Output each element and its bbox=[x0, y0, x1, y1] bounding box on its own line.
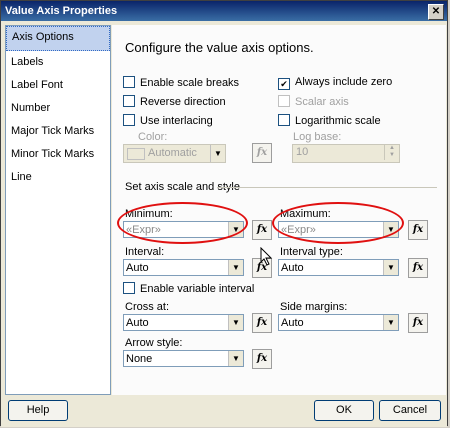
interval-type-label: Interval type: bbox=[280, 246, 343, 258]
window-title: Value Axis Properties bbox=[5, 5, 118, 17]
sidebar-item-minor-tick-marks[interactable]: Minor Tick Marks bbox=[6, 143, 110, 166]
dialog-window: Value Axis Properties ✕ Axis Options Lab… bbox=[0, 0, 448, 427]
sidebar-item-labels[interactable]: Labels bbox=[6, 51, 110, 74]
log-base-stepper: 10 ▲ ▼ bbox=[292, 144, 400, 163]
logarithmic-scale-checkbox[interactable]: Logarithmic scale bbox=[278, 114, 381, 127]
enable-scale-breaks-label: Enable scale breaks bbox=[140, 77, 240, 89]
chevron-down-icon[interactable]: ▼ bbox=[228, 260, 243, 275]
check-icon[interactable]: ✔ bbox=[278, 78, 290, 90]
color-select: Automatic ▼ bbox=[123, 144, 226, 163]
scalar-axis-label: Scalar axis bbox=[295, 96, 349, 108]
arrow-style-expression-button[interactable]: fx bbox=[252, 349, 272, 369]
highlight-oval-minimum bbox=[117, 202, 248, 244]
mouse-cursor-icon bbox=[260, 247, 273, 266]
side-margins-value: Auto bbox=[281, 317, 304, 329]
dialog-footer: Help OK Cancel bbox=[1, 395, 447, 427]
checkbox-box[interactable] bbox=[123, 95, 135, 107]
logarithmic-scale-label: Logarithmic scale bbox=[295, 115, 381, 127]
sidebar-item-label-font[interactable]: Label Font bbox=[6, 74, 110, 97]
chevron-down-icon[interactable]: ▼ bbox=[228, 315, 243, 330]
checkbox-box bbox=[278, 95, 290, 107]
interval-type-expression-button[interactable]: fx bbox=[408, 258, 428, 278]
color-expression-button: fx bbox=[252, 143, 272, 163]
enable-scale-breaks-checkbox[interactable]: Enable scale breaks bbox=[123, 76, 239, 89]
interval-type-value: Auto bbox=[281, 262, 304, 274]
arrow-style-value: None bbox=[126, 353, 153, 365]
content-panel: Configure the value axis options. Enable… bbox=[112, 25, 446, 395]
sidebar-item-number[interactable]: Number bbox=[6, 97, 110, 120]
highlight-oval-maximum bbox=[272, 202, 404, 244]
color-label: Color: bbox=[138, 131, 168, 143]
log-base-label: Log base: bbox=[293, 131, 342, 143]
color-value: Automatic bbox=[148, 147, 197, 159]
reverse-direction-checkbox[interactable]: Reverse direction bbox=[123, 95, 226, 108]
cross-at-label: Cross at: bbox=[125, 301, 170, 313]
ok-button[interactable]: OK bbox=[314, 400, 374, 421]
chevron-down-icon[interactable]: ▼ bbox=[383, 315, 398, 330]
sidebar: Axis Options Labels Label Font Number Ma… bbox=[5, 25, 111, 395]
sidebar-item-axis-options[interactable]: Axis Options bbox=[6, 26, 110, 51]
scalar-axis-checkbox: Scalar axis bbox=[278, 95, 349, 108]
cross-at-value: Auto bbox=[126, 317, 149, 329]
checkbox-box[interactable] bbox=[278, 114, 290, 126]
checkbox-box[interactable] bbox=[123, 76, 135, 88]
sidebar-item-major-tick-marks[interactable]: Major Tick Marks bbox=[6, 120, 110, 143]
interval-value: Auto bbox=[126, 262, 149, 274]
color-swatch bbox=[127, 148, 145, 160]
close-icon[interactable]: ✕ bbox=[428, 4, 444, 20]
side-margins-select[interactable]: Auto ▼ bbox=[278, 314, 399, 331]
use-interlacing-checkbox[interactable]: Use interlacing bbox=[123, 114, 213, 127]
reverse-direction-label: Reverse direction bbox=[140, 96, 226, 108]
interval-select[interactable]: Auto ▼ bbox=[123, 259, 244, 276]
side-margins-label: Side margins: bbox=[280, 301, 348, 313]
enable-variable-interval-checkbox[interactable]: Enable variable interval bbox=[123, 282, 254, 295]
checkbox-box[interactable] bbox=[123, 282, 135, 294]
side-margins-expression-button[interactable]: fx bbox=[408, 313, 428, 333]
cancel-button[interactable]: Cancel bbox=[379, 400, 441, 421]
title-bar: Value Axis Properties ✕ bbox=[1, 1, 447, 21]
interval-type-select[interactable]: Auto ▼ bbox=[278, 259, 399, 276]
chevron-down-icon[interactable]: ▼ bbox=[228, 351, 243, 366]
interval-label: Interval: bbox=[125, 246, 165, 258]
arrow-style-select[interactable]: None ▼ bbox=[123, 350, 244, 367]
page-title: Configure the value axis options. bbox=[125, 40, 314, 55]
maximum-expression-button[interactable]: fx bbox=[408, 220, 428, 240]
chevron-down-icon: ▼ bbox=[210, 145, 225, 162]
log-base-value: 10 bbox=[296, 146, 309, 158]
section-divider bbox=[217, 187, 437, 188]
stepper-arrows-icon: ▲ ▼ bbox=[384, 145, 399, 160]
use-interlacing-label: Use interlacing bbox=[140, 115, 213, 127]
cross-at-expression-button[interactable]: fx bbox=[252, 313, 272, 333]
always-include-zero-label: Always include zero bbox=[295, 76, 393, 88]
checkbox-box[interactable] bbox=[123, 114, 135, 126]
minimum-expression-button[interactable]: fx bbox=[252, 220, 272, 240]
arrow-style-label: Arrow style: bbox=[125, 337, 183, 349]
enable-variable-interval-label: Enable variable interval bbox=[140, 283, 255, 295]
always-include-zero-checkbox[interactable]: ✔ Always include zero bbox=[278, 76, 392, 90]
sidebar-item-line[interactable]: Line bbox=[6, 166, 110, 189]
cross-at-select[interactable]: Auto ▼ bbox=[123, 314, 244, 331]
chevron-down-icon[interactable]: ▼ bbox=[383, 260, 398, 275]
help-button[interactable]: Help bbox=[8, 400, 68, 421]
